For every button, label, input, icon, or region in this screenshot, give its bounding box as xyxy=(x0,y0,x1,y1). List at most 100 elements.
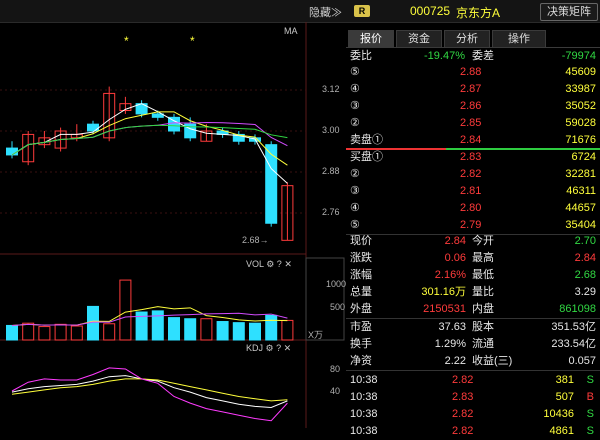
r-badge[interactable]: R xyxy=(354,5,370,17)
tick-volume: 507 xyxy=(555,391,574,403)
stat-label: 最高 xyxy=(472,252,494,264)
fin-label: 换手 xyxy=(350,338,372,350)
kdj-label[interactable]: KDJ ⚙ ? ✕ xyxy=(246,343,291,354)
volume-bar xyxy=(38,326,51,341)
fin-value: 0.057 xyxy=(568,355,596,367)
ma-label[interactable]: MA xyxy=(284,26,298,36)
ask-row[interactable]: 卖盘① 2.84 71676 xyxy=(348,132,598,149)
volume-bars xyxy=(6,279,294,341)
stat-row[interactable]: 涨跌 0.06 最高 2.84 xyxy=(348,250,598,267)
stat-value: 2.84 xyxy=(444,235,466,247)
tab-quote[interactable]: 报价 xyxy=(348,30,394,48)
stat-value: 2.84 xyxy=(574,252,596,264)
stat-value: 0.06 xyxy=(444,252,466,264)
stat-label: 最低 xyxy=(472,269,494,281)
fin-label: 净资 xyxy=(350,355,372,367)
stat-value: 301.16万 xyxy=(421,286,466,298)
tick-side: S xyxy=(586,374,594,386)
price-tick: 2.88 xyxy=(322,166,340,176)
ask-level-label: ⑤ xyxy=(350,66,360,78)
hide-button[interactable]: 隐藏≫ xyxy=(309,4,342,20)
bid-price: 2.81 xyxy=(460,185,482,197)
candle-body xyxy=(87,123,99,132)
stat-value: 2.68 xyxy=(574,269,596,281)
stat-value: 2.16% xyxy=(434,269,466,281)
tick-volume: 4861 xyxy=(549,425,574,437)
stat-row[interactable]: 总量 301.16万 量比 3.29 xyxy=(348,284,598,301)
bid-volume: 44657 xyxy=(565,202,596,214)
bid-level-label: ② xyxy=(350,168,360,180)
stat-row[interactable]: 外盘 2150531 内盘 861098 xyxy=(348,301,598,318)
stat-label: 涨幅 xyxy=(350,269,372,281)
stat-value: 861098 xyxy=(559,303,596,315)
divider xyxy=(346,370,600,371)
tab-analysis[interactable]: 分析 xyxy=(444,30,490,48)
stat-label: 今开 xyxy=(472,235,494,247)
tick-row[interactable]: 10:38 2.82 381 S xyxy=(348,372,598,389)
tab-funds[interactable]: 资金 xyxy=(396,30,442,48)
fin-row[interactable]: 市盈 37.63 股本 351.53亿 xyxy=(348,319,598,336)
tick-side: S xyxy=(586,408,594,420)
tick-price: 2.82 xyxy=(452,374,474,386)
bid-row[interactable]: ⑤ 2.79 35404 xyxy=(348,217,598,234)
fin-row[interactable]: 换手 1.29% 流通 233.54亿 xyxy=(348,336,598,353)
ask-volume: 33987 xyxy=(565,83,596,95)
volume-bar xyxy=(119,279,132,341)
ask-price: 2.86 xyxy=(460,100,482,112)
kdj-tick: 40 xyxy=(330,386,341,396)
volume-bar xyxy=(249,322,261,341)
tick-row[interactable]: 10:38 2.82 10436 S xyxy=(348,406,598,423)
ask-level-label: ③ xyxy=(350,100,360,112)
stock-code: 000725 xyxy=(410,4,451,18)
stat-row[interactable]: 涨幅 2.16% 最低 2.68 xyxy=(348,267,598,284)
bid-price: 2.80 xyxy=(460,202,482,214)
bid-volume: 6724 xyxy=(571,151,596,163)
gear-icon[interactable]: ⚙ xyxy=(266,259,274,269)
tick-row[interactable]: 10:38 2.82 4861 S xyxy=(348,423,598,440)
bid-price: 2.79 xyxy=(460,219,482,231)
tick-time: 10:38 xyxy=(350,391,378,403)
kline-chart[interactable] xyxy=(0,22,346,428)
bid-row[interactable]: ④ 2.80 44657 xyxy=(348,200,598,217)
gear-icon[interactable]: ⚙ xyxy=(266,343,274,353)
kdj-tick: 80 xyxy=(330,364,341,374)
vol-label[interactable]: VOL ⚙ ? ✕ xyxy=(246,259,292,270)
ma-line xyxy=(11,121,288,156)
volume-bar xyxy=(216,321,229,341)
ask-row[interactable]: ④ 2.87 33987 xyxy=(348,81,598,98)
fin-label: 股本 xyxy=(472,321,494,333)
help-icon[interactable]: ? xyxy=(277,259,282,269)
fin-label: 流通 xyxy=(472,338,494,350)
tick-row[interactable]: 10:38 2.83 507 B xyxy=(348,389,598,406)
close-icon[interactable]: ✕ xyxy=(284,259,292,269)
ask-volume: 71676 xyxy=(565,134,596,146)
ask-row[interactable]: ⑤ 2.88 45609 xyxy=(348,64,598,81)
vol-unit: X万 xyxy=(308,330,324,340)
close-icon[interactable]: ✕ xyxy=(284,343,292,353)
ma-line xyxy=(11,124,288,156)
bid-row[interactable]: ③ 2.81 46311 xyxy=(348,183,598,200)
volume-bar xyxy=(200,318,213,341)
stat-label: 涨跌 xyxy=(350,252,372,264)
volume-bar xyxy=(232,322,245,341)
ask-row[interactable]: ③ 2.86 35052 xyxy=(348,98,598,115)
low-price-label: 2.68→ xyxy=(242,235,269,245)
volume-bar xyxy=(184,318,197,341)
fin-label: 市盈 xyxy=(350,321,372,333)
bid-row[interactable]: ② 2.82 32281 xyxy=(348,166,598,183)
tick-time: 10:38 xyxy=(350,425,378,437)
bid-price: 2.83 xyxy=(460,151,482,163)
order-ratio-row: 委比 -19.47% 委差 -79974 xyxy=(350,50,596,62)
fin-value: 2.22 xyxy=(444,355,466,367)
stat-label: 现价 xyxy=(350,235,372,247)
stat-row[interactable]: 现价 2.84 今开 2.70 xyxy=(348,233,598,250)
bid-row[interactable]: 买盘① 2.83 6724 xyxy=(348,149,598,166)
decision-matrix-button[interactable]: 决策矩阵 xyxy=(540,3,598,21)
help-icon[interactable]: ? xyxy=(276,343,281,353)
ask-row[interactable]: ② 2.85 59028 xyxy=(348,115,598,132)
ask-volume: 45609 xyxy=(565,66,596,78)
fin-row[interactable]: 净资 2.22 收益(三) 0.057 xyxy=(348,353,598,370)
ma-line xyxy=(11,103,288,184)
ask-level-label: ② xyxy=(350,117,360,129)
tab-operation[interactable]: 操作 xyxy=(492,30,546,48)
